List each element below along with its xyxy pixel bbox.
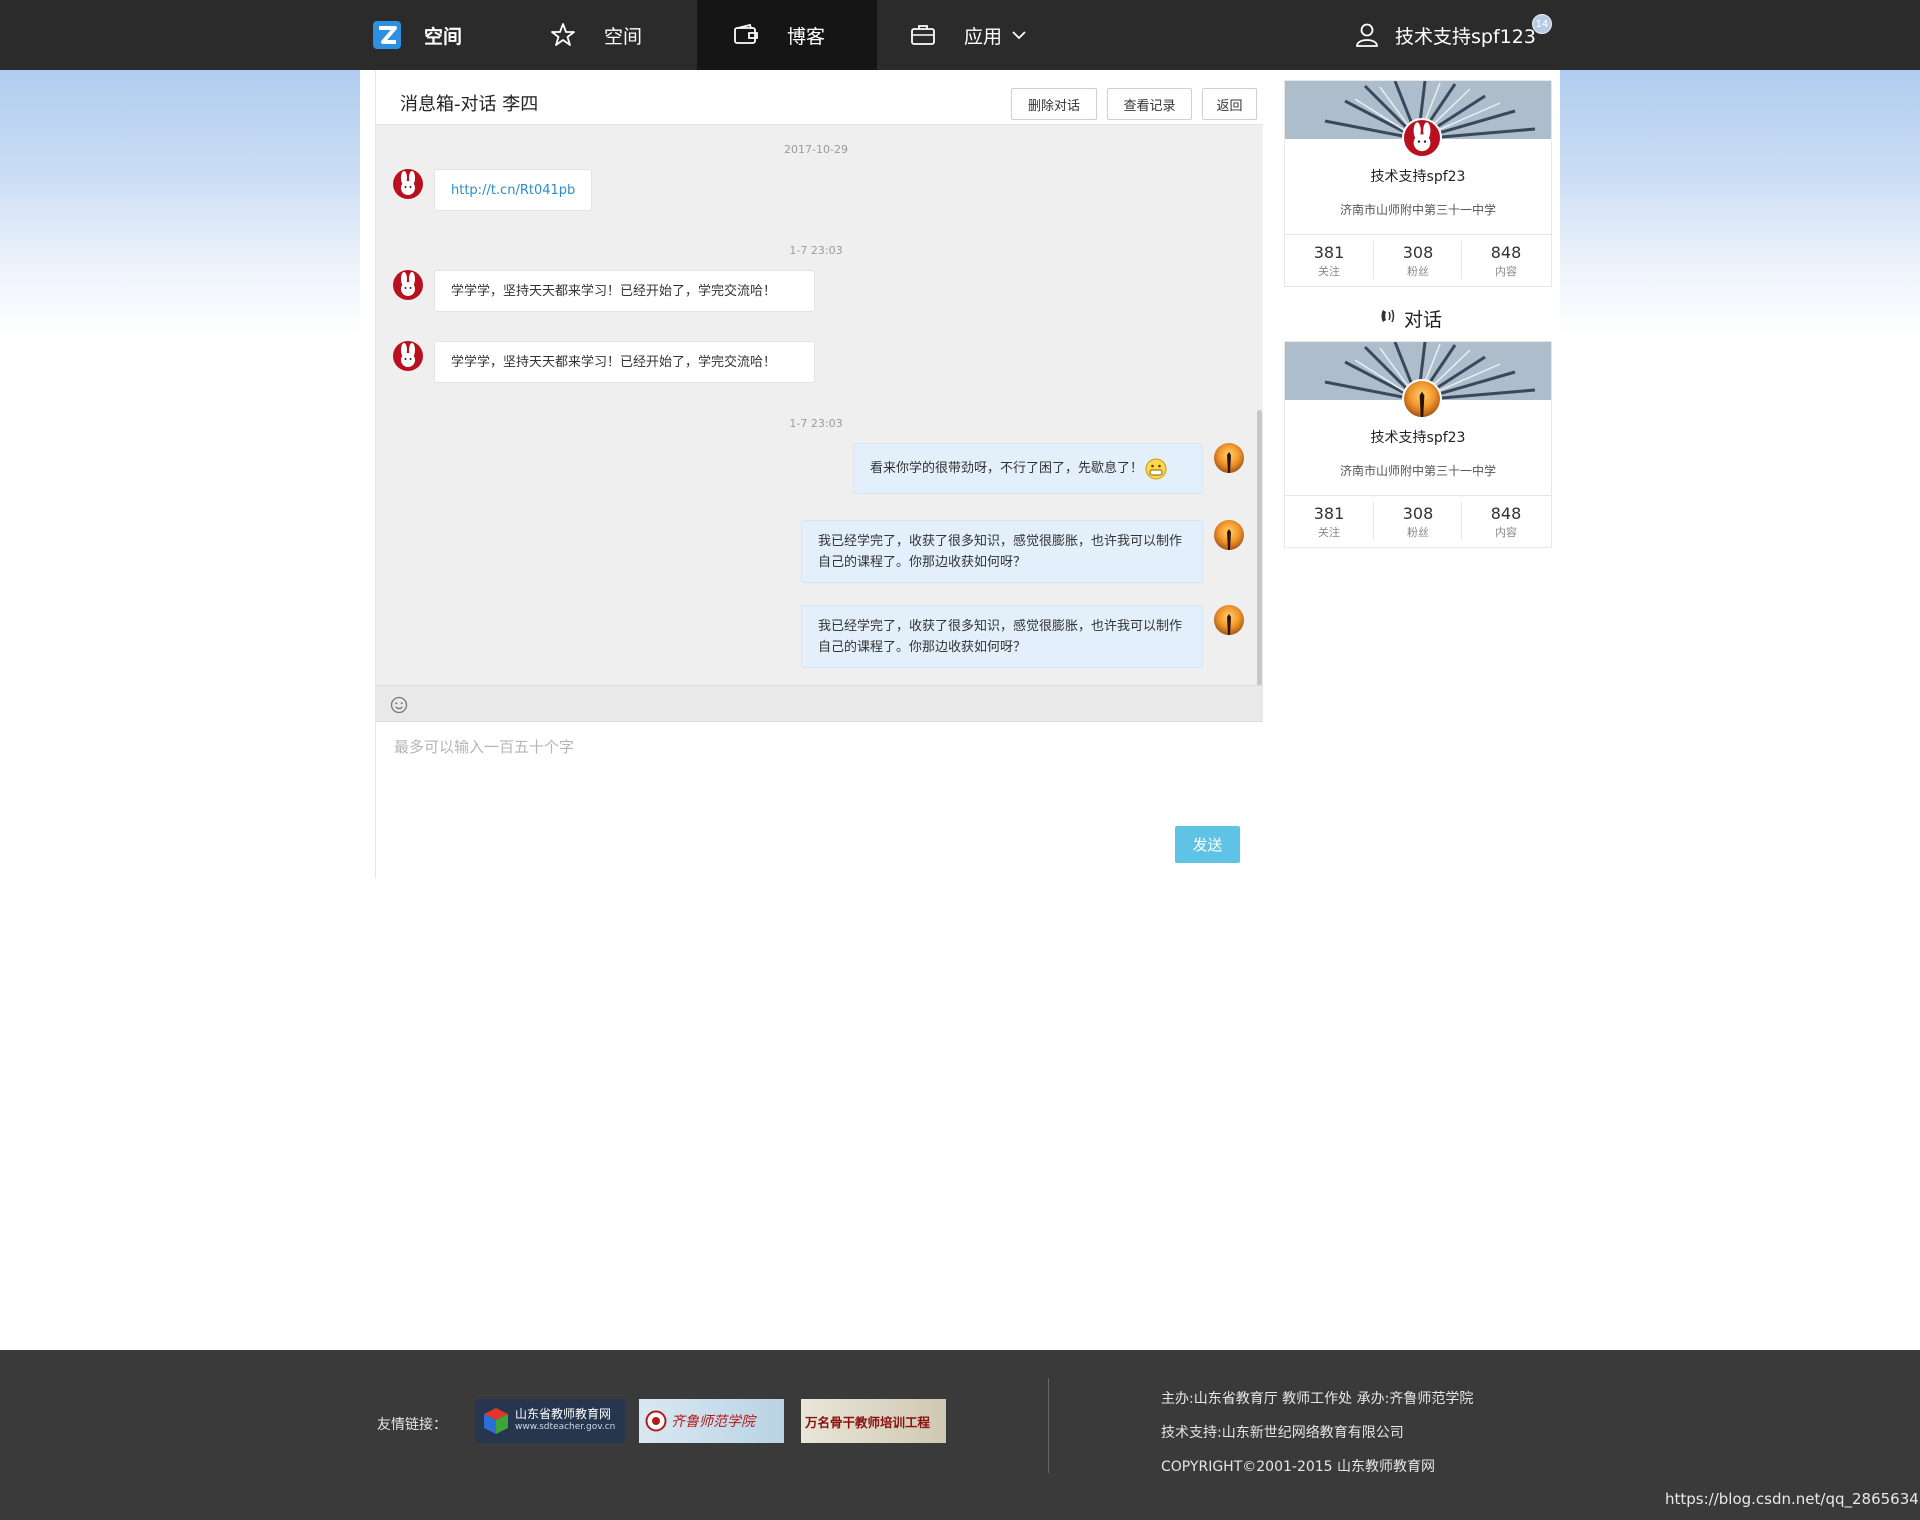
footer-copyright: COPYRIGHT©2001-2015 山东教师教育网 xyxy=(1161,1459,1436,1475)
partner-avatar[interactable] xyxy=(1402,379,1442,419)
message-input[interactable]: 最多可以输入一百五十个字 xyxy=(376,722,1263,878)
stat-label: 关注 xyxy=(1318,265,1340,278)
seal-logo-icon xyxy=(645,1410,667,1432)
message-bubble: 看来你学的很带劲呀，不行了困了，先歇息了！ xyxy=(853,443,1203,494)
chat-title: 消息箱-对话 李四 xyxy=(400,94,539,115)
star-icon xyxy=(550,22,576,48)
stat-label: 粉丝 xyxy=(1407,265,1429,278)
message-text: 看来你学的很带劲呀，不行了困了，先歇息了！ xyxy=(870,461,1144,476)
stat-followers[interactable]: 308 粉丝 xyxy=(1374,243,1462,279)
divider xyxy=(1285,495,1551,496)
stat-following[interactable]: 381 关注 xyxy=(1285,504,1373,540)
contact-avatar[interactable] xyxy=(393,341,423,371)
friend-link-sdteacher[interactable]: 山东省教师教育网 www.sdteacher.gov.cn xyxy=(475,1399,625,1443)
footer-support: 技术支持:山东新世纪网络教育有限公司 xyxy=(1161,1425,1404,1441)
friend-link-url: www.sdteacher.gov.cn xyxy=(515,1422,616,1432)
footer-host: 主办:山东省教育厅 教师工作处 承办:齐鲁师范学院 xyxy=(1161,1391,1474,1407)
profile-name[interactable]: 技术支持spf23 xyxy=(1285,166,1551,186)
chevron-down-icon xyxy=(1012,30,1026,40)
chat-header: 消息箱-对话 李四 删除对话 查看记录 返回 xyxy=(376,70,1263,125)
brand-link[interactable]: 空间 xyxy=(372,0,462,70)
emoji-picker-icon[interactable] xyxy=(390,696,408,718)
timestamp: 1-7 23:03 xyxy=(789,244,843,257)
timestamp: 1-7 23:03 xyxy=(789,417,843,430)
user-icon xyxy=(1355,22,1379,48)
nav-apps-label: 应用 xyxy=(964,25,1003,48)
stat-content[interactable]: 848 内容 xyxy=(1462,243,1550,279)
contact-avatar[interactable] xyxy=(393,270,423,300)
stat-number: 848 xyxy=(1490,504,1522,523)
nav-space[interactable]: 空间 xyxy=(550,0,642,70)
stat-label: 关注 xyxy=(1318,526,1340,539)
message-bubble: 学学学，坚持天天都来学习！已经开始了，学完交流哈！ xyxy=(434,341,815,383)
friend-link-title: 山东省教师教育网 xyxy=(515,1407,612,1421)
timestamp: 2017-10-29 xyxy=(784,143,848,156)
nav-blog-label: 博客 xyxy=(787,25,826,48)
back-button[interactable]: 返回 xyxy=(1202,88,1257,120)
message-list[interactable]: 2017-10-29 http://t.cn/Rt041pb 1-7 23:03… xyxy=(376,125,1263,685)
nav-blog[interactable]: 博客 xyxy=(697,0,877,70)
message-bubble: 我已经学完了，收获了很多知识，感觉很膨胀，也许我可以制作自己的课程了。你那边收获… xyxy=(801,605,1203,668)
profile-avatar[interactable] xyxy=(1402,118,1442,158)
stat-label: 粉丝 xyxy=(1407,526,1429,539)
wallet-icon xyxy=(733,23,759,47)
grin-emoji-icon xyxy=(1145,458,1167,480)
dialog-partner-card: 技术支持spf23 济南市山师附中第三十一中学 381 关注 308 粉丝 84… xyxy=(1284,341,1552,548)
friend-links-label: 友情链接： xyxy=(377,1417,447,1433)
partner-school: 济南市山师附中第三十一中学 xyxy=(1339,464,1496,478)
stat-number: 381 xyxy=(1313,243,1345,262)
user-avatar[interactable] xyxy=(1214,520,1244,550)
footer: 友情链接： 山东省教师教育网 www.sdteacher.gov.cn 齐鲁师范… xyxy=(0,1350,1920,1520)
stat-following[interactable]: 381 关注 xyxy=(1285,243,1373,279)
friend-link-teacher-training[interactable]: 万名骨干教师培训工程 xyxy=(801,1399,946,1443)
nav-space-label: 空间 xyxy=(604,25,643,48)
z-logo-icon xyxy=(372,20,402,50)
stat-number: 381 xyxy=(1313,504,1345,523)
send-button[interactable]: 发送 xyxy=(1175,826,1240,863)
watermark: https://blog.csdn.net/qq_28656345 xyxy=(1665,1490,1920,1508)
stat-content[interactable]: 848 内容 xyxy=(1462,504,1550,540)
scrollbar[interactable] xyxy=(1257,410,1262,685)
notification-badge[interactable]: 14 xyxy=(1532,14,1552,34)
brand-label: 空间 xyxy=(424,25,463,48)
user-menu[interactable]: 技术支持spf123 xyxy=(1355,0,1536,70)
stat-label: 内容 xyxy=(1495,526,1517,539)
profile-school: 济南市山师附中第三十一中学 xyxy=(1339,203,1496,217)
chat-panel: 消息箱-对话 李四 删除对话 查看记录 返回 2017-10-29 http:/… xyxy=(375,70,1263,878)
friend-link-title: 齐鲁师范学院 xyxy=(671,1414,755,1430)
view-records-button[interactable]: 查看记录 xyxy=(1107,88,1192,120)
stat-number: 308 xyxy=(1402,504,1434,523)
friend-link-qilu[interactable]: 齐鲁师范学院 xyxy=(639,1399,784,1443)
cube-logo-icon xyxy=(481,1406,511,1436)
divider xyxy=(1285,234,1551,235)
friend-link-text: 山东省教师教育网 www.sdteacher.gov.cn xyxy=(515,1408,615,1434)
friend-link-title: 万名骨干教师培训工程 xyxy=(805,1414,931,1430)
user-avatar[interactable] xyxy=(1214,443,1244,473)
message-bubble: 我已经学完了，收获了很多知识，感觉很膨胀，也许我可以制作自己的课程了。你那边收获… xyxy=(801,520,1203,583)
briefcase-icon xyxy=(910,23,936,47)
stat-followers[interactable]: 308 粉丝 xyxy=(1374,504,1462,540)
delete-conversation-button[interactable]: 删除对话 xyxy=(1011,88,1097,120)
footer-divider xyxy=(1048,1378,1049,1473)
nav-apps-dropdown[interactable]: 应用 xyxy=(910,0,1054,70)
user-name: 技术支持spf123 xyxy=(1395,25,1536,48)
composer-toolbar xyxy=(376,685,1263,722)
user-avatar[interactable] xyxy=(1214,605,1244,635)
dialog-heading-label: 对话 xyxy=(1404,309,1443,331)
stat-label: 内容 xyxy=(1495,265,1517,278)
message-bubble-link[interactable]: http://t.cn/Rt041pb xyxy=(434,169,593,211)
contact-avatar[interactable] xyxy=(393,169,423,199)
top-navbar: 空间 空间 博客 应用 技术支持spf123 14 xyxy=(0,0,1920,70)
phone-signal-icon xyxy=(1380,307,1396,330)
input-placeholder: 最多可以输入一百五十个字 xyxy=(394,738,575,756)
message-bubble: 学学学，坚持天天都来学习！已经开始了，学完交流哈！ xyxy=(434,270,815,312)
partner-name[interactable]: 技术支持spf23 xyxy=(1285,427,1551,447)
stat-number: 308 xyxy=(1402,243,1434,262)
dialog-heading: 对话 xyxy=(1380,305,1442,332)
stat-number: 848 xyxy=(1490,243,1522,262)
profile-card: 技术支持spf23 济南市山师附中第三十一中学 381 关注 308 粉丝 84… xyxy=(1284,80,1552,287)
